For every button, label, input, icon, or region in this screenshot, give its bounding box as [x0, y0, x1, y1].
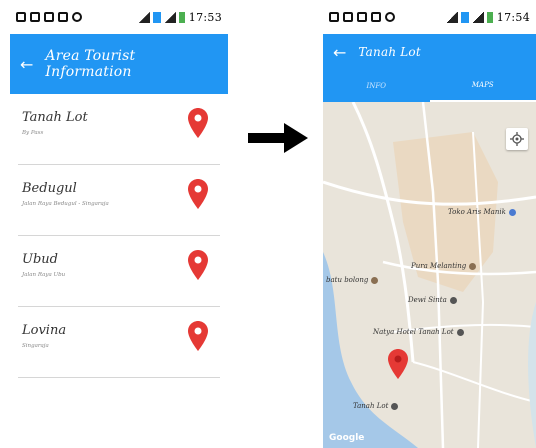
sim-icon — [152, 11, 161, 23]
map-label-natya[interactable]: Natya Hotel Tanah Lot — [373, 328, 464, 336]
list-item[interactable]: Lovina Singaraja — [18, 307, 220, 378]
notification-icon — [329, 12, 339, 22]
map-pin-icon[interactable] — [188, 321, 208, 351]
file-icon — [58, 12, 68, 22]
gallery-icon — [30, 12, 40, 22]
my-location-button[interactable] — [506, 128, 528, 150]
my-location-icon — [510, 132, 524, 146]
signal-icon — [163, 11, 176, 23]
navigation-icon — [72, 12, 82, 22]
shop-poi-icon — [508, 208, 516, 216]
navigation-icon — [385, 12, 395, 22]
tab-maps[interactable]: MAPS — [429, 70, 536, 102]
tab-bar: INFO MAPS — [323, 70, 536, 102]
map-label-text: Tanah Lot — [353, 402, 389, 410]
temple-poi-icon — [469, 262, 477, 270]
map-label-text: Dewi Sinta — [408, 296, 447, 304]
map-pin-icon[interactable] — [388, 349, 408, 379]
battery-icon — [486, 11, 493, 23]
map-label-text: Toko Aris Manik — [448, 208, 506, 216]
page-title: Tanah Lot — [358, 45, 421, 59]
google-logo: Google — [329, 433, 365, 443]
tab-info[interactable]: INFO — [323, 70, 430, 102]
message-icon — [357, 12, 367, 22]
map-view[interactable]: Toko Aris Manik Pura Melanting batu bolo… — [323, 102, 536, 448]
status-time: 17:54 — [496, 10, 530, 24]
hotel-poi-icon — [456, 328, 464, 336]
message-icon — [44, 12, 54, 22]
back-arrow-icon[interactable]: ← — [20, 55, 33, 74]
tourist-list: Tanah Lot By Pass Bedugul Jalan Raya Bed… — [10, 94, 228, 378]
signal-icon — [471, 11, 484, 23]
hotel-poi-icon — [449, 296, 457, 304]
gallery-icon — [343, 12, 353, 22]
map-pin-icon[interactable] — [188, 250, 208, 280]
map-label-pura[interactable]: Pura Melanting — [411, 262, 477, 270]
map-pin-icon[interactable] — [188, 179, 208, 209]
status-time: 17:53 — [188, 10, 222, 24]
file-icon — [371, 12, 381, 22]
map-label-batu[interactable]: batu bolong — [326, 276, 379, 284]
list-item[interactable]: Bedugul Jalan Raya Bedugul - Singaraja — [18, 165, 220, 236]
signal-icon — [445, 11, 458, 23]
page-title: Area Tourist Information — [45, 48, 136, 80]
sim-icon — [460, 11, 469, 23]
status-bar: 17:54 — [323, 0, 536, 34]
list-item[interactable]: Ubud Jalan Raya Ubu — [18, 236, 220, 307]
map-label-text: batu bolong — [326, 276, 369, 284]
battery-icon — [178, 11, 185, 23]
back-arrow-icon[interactable]: ← — [333, 43, 346, 62]
phone-screen-map: 17:54 ← Tanah Lot INFO MAPS Toko Aris Ma… — [323, 0, 536, 448]
right-arrow-icon — [248, 123, 308, 153]
list-item[interactable]: Tanah Lot By Pass — [18, 94, 220, 165]
app-bar: ← Tanah Lot — [323, 34, 536, 70]
map-label-dewi[interactable]: Dewi Sinta — [408, 296, 457, 304]
signal-icon — [137, 11, 150, 23]
map-label-text: Natya Hotel Tanah Lot — [373, 328, 454, 336]
phone-screen-tourist-list: 17:53 ← Area Tourist Information Tanah L… — [10, 0, 228, 448]
app-bar: ← Area Tourist Information — [10, 34, 228, 94]
notification-icon — [16, 12, 26, 22]
place-poi-icon — [371, 276, 379, 284]
map-label-tanah[interactable]: Tanah Lot — [353, 402, 399, 410]
map-label-text: Pura Melanting — [411, 262, 467, 270]
place-poi-icon — [391, 402, 399, 410]
map-label-toko[interactable]: Toko Aris Manik — [448, 208, 516, 216]
status-bar: 17:53 — [10, 0, 228, 34]
map-canvas — [323, 102, 536, 448]
map-pin-icon[interactable] — [188, 108, 208, 138]
